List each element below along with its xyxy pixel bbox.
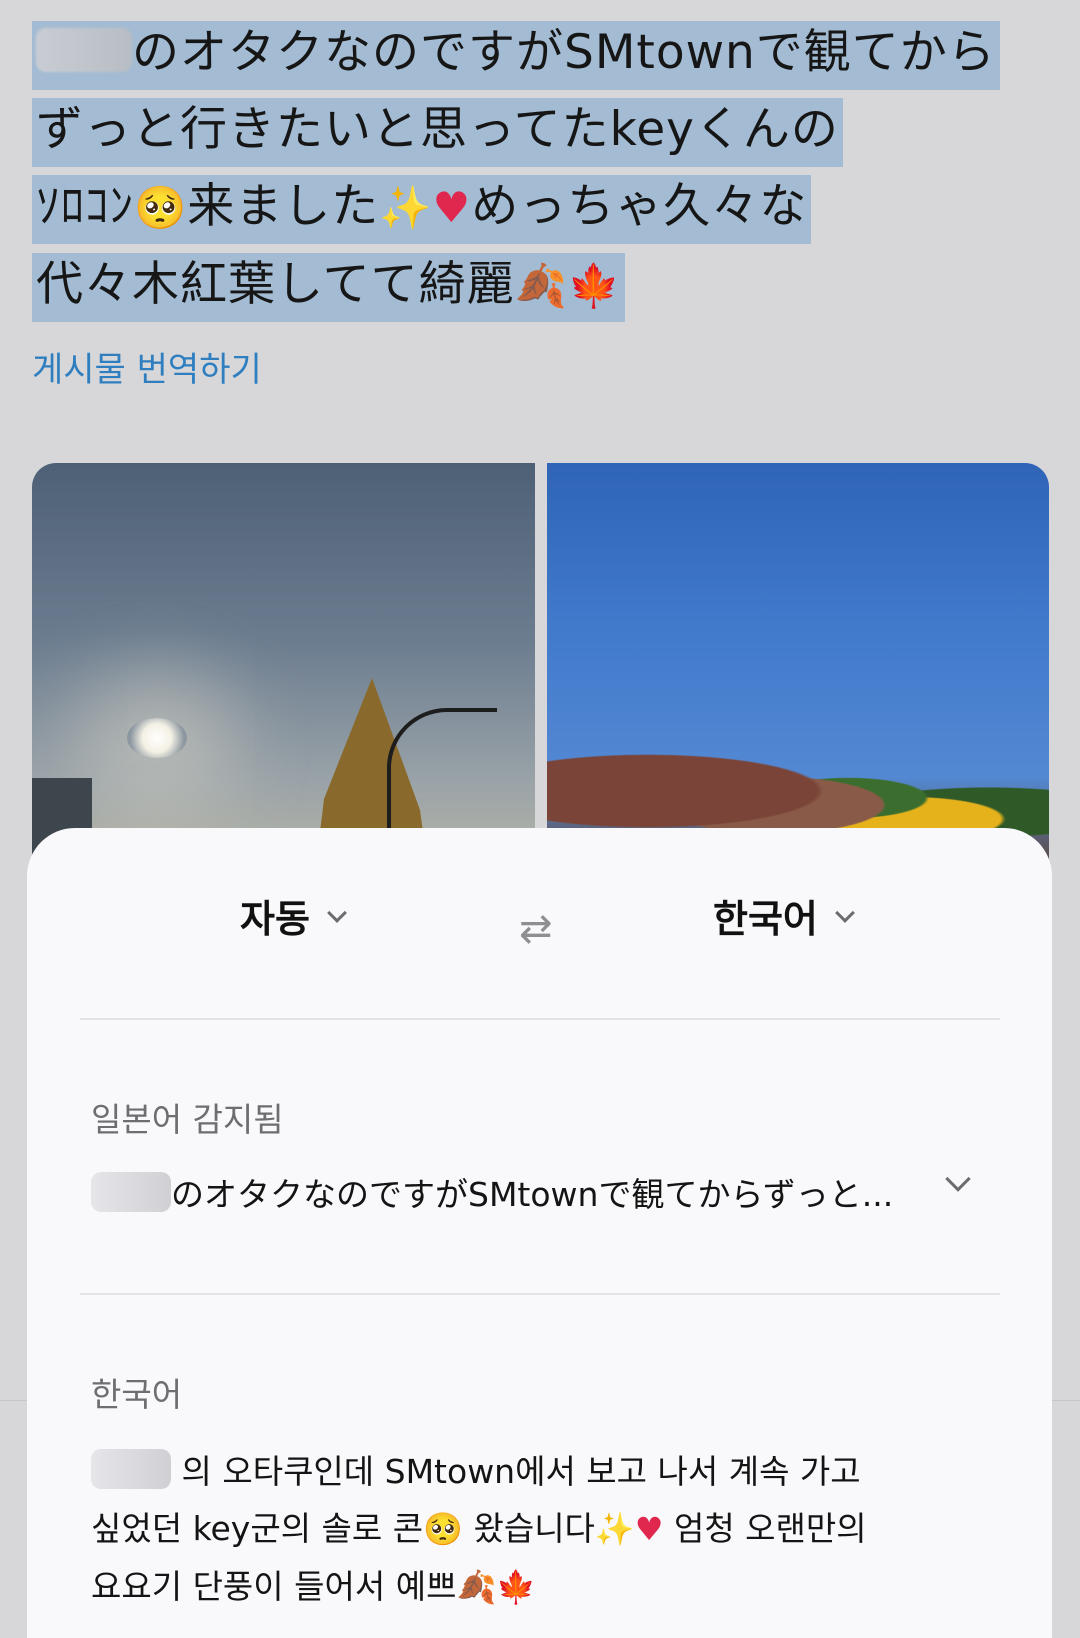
expand-chevron-icon[interactable] xyxy=(945,1166,971,1192)
swap-arrows-icon[interactable]: ⇄ xyxy=(519,906,553,952)
tweet-line-3: ｿﾛｺﾝ🥺来ました✨♥めっちゃ久々な xyxy=(32,168,1052,246)
tweet-text[interactable]: のオタクなのですがSMtownで観てから ずっと行きたいと思ってたkeyくんの … xyxy=(32,14,1052,324)
divider xyxy=(80,1018,1000,1020)
tweet-line-4: 代々木紅葉してて綺麗🍂🍁 xyxy=(32,246,1052,324)
translated-text[interactable]: 의 오타쿠인데 SMtown에서 보고 나서 계속 가고 싶었던 key군의 솔… xyxy=(91,1443,991,1616)
translate-post-link[interactable]: 게시물 번역하기 xyxy=(32,342,262,391)
fallen-leaf-emoji: 🍂 xyxy=(514,261,568,310)
pleading-face-emoji: 🥺 xyxy=(423,1510,463,1548)
sparkles-emoji: ✨ xyxy=(379,183,433,232)
language-selector-row: 자동 ⇄ 한국어 xyxy=(27,888,1052,958)
redacted-name xyxy=(91,1172,171,1212)
detected-language-label: 일본어 감지됨 xyxy=(91,1100,284,1139)
target-language-button[interactable]: 한국어 xyxy=(713,888,855,943)
chevron-down-icon xyxy=(327,902,347,923)
translation-sheet: 자동 ⇄ 한국어 일본어 감지됨 のオタクなのですがSMtownで観てからずっと… xyxy=(27,828,1052,1638)
fallen-leaf-emoji: 🍂 xyxy=(456,1568,497,1606)
photo-sun-tree[interactable] xyxy=(32,463,535,863)
photo-blue-sky-trees[interactable] xyxy=(546,463,1049,863)
chevron-down-icon xyxy=(834,902,855,923)
heart-emoji: ♥ xyxy=(432,183,472,232)
sparkles-emoji: ✨ xyxy=(594,1510,635,1548)
target-language-label: 한국어 xyxy=(91,1375,183,1414)
source-text[interactable]: のオタクなのですがSMtownで観てからずっと... xyxy=(91,1168,921,1216)
pleading-face-emoji: 🥺 xyxy=(134,183,188,232)
divider xyxy=(80,1293,1000,1295)
maple-leaf-emoji: 🍁 xyxy=(567,261,622,310)
source-language-button[interactable]: 자동 xyxy=(240,888,347,943)
photo-grid xyxy=(32,463,1049,863)
heart-emoji: ♥ xyxy=(634,1510,664,1548)
redacted-name xyxy=(36,28,132,72)
tweet-line-1: のオタクなのですがSMtownで観てから xyxy=(32,14,1052,91)
tweet-line-2: ずっと行きたいと思ってたkeyくんの xyxy=(32,91,1052,168)
redacted-name xyxy=(91,1449,171,1489)
maple-leaf-emoji: 🍁 xyxy=(496,1568,537,1606)
